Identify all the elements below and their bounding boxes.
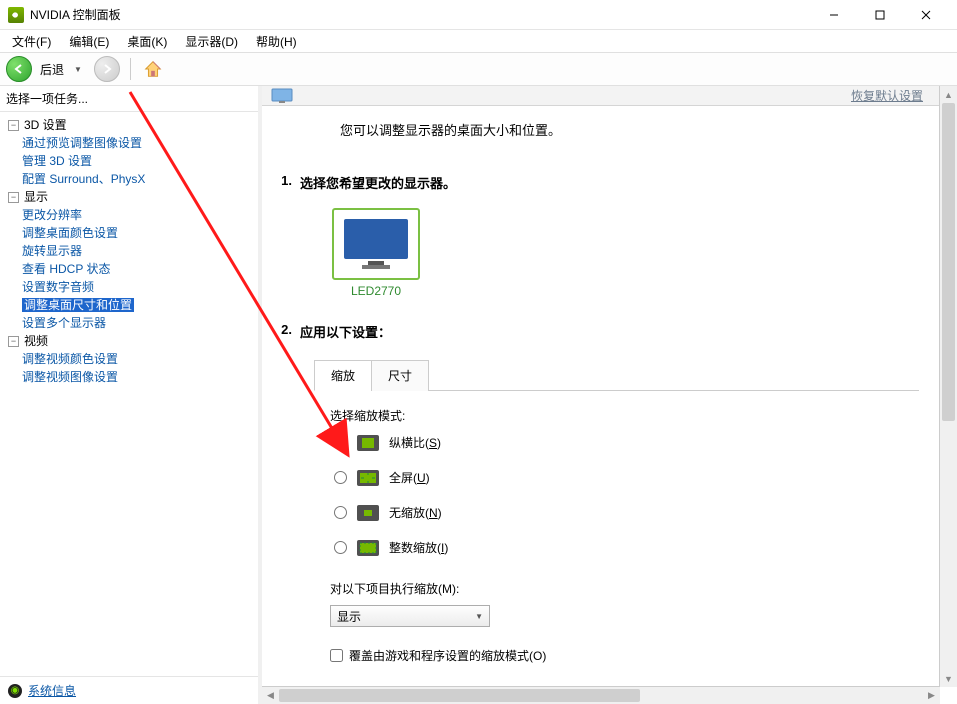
vertical-scrollbar[interactable]: ▲ ▼: [940, 86, 957, 687]
scroll-left-icon[interactable]: ◀: [262, 687, 279, 704]
minimize-button[interactable]: [811, 0, 857, 30]
forward-button[interactable]: [94, 56, 120, 82]
tree-preview-adjust[interactable]: 通过预览调整图像设置: [22, 136, 142, 150]
perform-scaling-label: 对以下项目执行缩放(M):: [330, 580, 939, 597]
sidebar: 选择一项任务... −3D 设置 通过预览调整图像设置 管理 3D 设置 配置 …: [0, 86, 262, 704]
intro-text: 您可以调整显示器的桌面大小和位置。: [262, 106, 939, 149]
horizontal-scroll-thumb[interactable]: [279, 689, 640, 702]
close-button[interactable]: [903, 0, 949, 30]
back-label: 后退: [40, 61, 64, 78]
toolbar-separator: [130, 58, 131, 80]
menu-file[interactable]: 文件(F): [4, 31, 59, 52]
home-button[interactable]: [141, 57, 165, 81]
tree-hdcp-status[interactable]: 查看 HDCP 状态: [22, 262, 110, 276]
tree-video[interactable]: 视频: [24, 332, 48, 350]
section-1-number: 1.: [274, 173, 292, 192]
chevron-down-icon: ▼: [475, 612, 483, 621]
tree-toggle-display[interactable]: −: [8, 192, 19, 203]
tree-video-image[interactable]: 调整视频图像设置: [22, 370, 118, 384]
section-2-title: 应用以下设置：: [300, 322, 391, 341]
system-info-icon: ◉: [8, 684, 22, 698]
tree-rotate-display[interactable]: 旋转显示器: [22, 244, 82, 258]
tree-desktop-size-position[interactable]: 调整桌面尺寸和位置: [22, 298, 134, 312]
tree-change-resolution[interactable]: 更改分辨率: [22, 208, 82, 222]
section-apply-settings: 2. 应用以下设置： 缩放 尺寸 选择缩放模式: 纵横: [274, 322, 939, 687]
menubar: 文件(F) 编辑(E) 桌面(K) 显示器(D) 帮助(H): [0, 30, 957, 52]
monitor-item[interactable]: LED2770: [330, 208, 422, 298]
content-area: 恢复默认设置 您可以调整显示器的桌面大小和位置。 1. 选择您希望更改的显示器。…: [262, 86, 957, 704]
perform-scaling-select[interactable]: 显示 ▼: [330, 605, 490, 627]
tree-display[interactable]: 显示: [24, 188, 48, 206]
radio-no-scaling-input[interactable]: [334, 506, 347, 519]
radio-fullscreen-input[interactable]: [334, 471, 347, 484]
monitor-name: LED2770: [330, 284, 422, 298]
tree-multiple-displays[interactable]: 设置多个显示器: [22, 316, 106, 330]
fullscreen-icon: [357, 470, 379, 486]
scaling-mode-label: 选择缩放模式:: [330, 407, 939, 424]
radio-integer-label: 整数缩放(I): [389, 539, 448, 556]
override-checkbox[interactable]: [330, 649, 343, 662]
radio-fullscreen[interactable]: 全屏(U): [334, 469, 939, 486]
section-2-number: 2.: [274, 322, 292, 341]
override-label: 覆盖由游戏和程序设置的缩放模式(O): [349, 647, 546, 664]
tab-size[interactable]: 尺寸: [371, 360, 429, 391]
override-checkbox-row[interactable]: 覆盖由游戏和程序设置的缩放模式(O): [330, 647, 939, 664]
tree-toggle-3d[interactable]: −: [8, 120, 19, 131]
tree-manage-3d[interactable]: 管理 3D 设置: [22, 154, 92, 168]
section-1-title: 选择您希望更改的显示器。: [300, 173, 456, 192]
integer-scaling-icon: [357, 540, 379, 556]
select-value: 显示: [337, 608, 361, 625]
radio-no-scaling-label: 无缩放(N): [389, 504, 442, 521]
radio-no-scaling[interactable]: 无缩放(N): [334, 504, 939, 521]
radio-integer-scaling[interactable]: 整数缩放(I): [334, 539, 939, 556]
section-select-display: 1. 选择您希望更改的显示器。 LED2770: [274, 173, 939, 298]
menu-display[interactable]: 显示器(D): [177, 31, 246, 52]
tree-toggle-video[interactable]: −: [8, 336, 19, 347]
back-button[interactable]: [6, 56, 32, 82]
titlebar: NVIDIA 控制面板: [0, 0, 957, 30]
settings-tabs: 缩放 尺寸: [314, 359, 919, 391]
radio-aspect-ratio[interactable]: 纵横比(S): [334, 434, 939, 451]
menu-desktop[interactable]: 桌面(K): [119, 31, 175, 52]
back-dropdown-icon[interactable]: ▼: [74, 65, 82, 74]
horizontal-scrollbar[interactable]: ◀ ▶: [262, 687, 940, 704]
maximize-button[interactable]: [857, 0, 903, 30]
menu-help[interactable]: 帮助(H): [248, 31, 305, 52]
nvidia-app-icon: [8, 7, 24, 23]
no-scaling-icon: [357, 505, 379, 521]
monitor-small-icon: [270, 87, 304, 105]
tree-video-color[interactable]: 调整视频颜色设置: [22, 352, 118, 366]
radio-integer-input[interactable]: [334, 541, 347, 554]
radio-aspect-label: 纵横比(S): [389, 434, 441, 451]
radio-aspect-input[interactable]: [334, 436, 347, 449]
window-title: NVIDIA 控制面板: [30, 6, 811, 23]
tree-digital-audio[interactable]: 设置数字音频: [22, 280, 94, 294]
system-info-link[interactable]: 系统信息: [28, 682, 76, 699]
toolbar: 后退 ▼: [0, 52, 957, 86]
task-tree: −3D 设置 通过预览调整图像设置 管理 3D 设置 配置 Surround、P…: [0, 112, 258, 676]
monitor-thumb-icon: [332, 208, 420, 280]
tree-desktop-color[interactable]: 调整桌面颜色设置: [22, 226, 118, 240]
aspect-ratio-icon: [357, 435, 379, 451]
sidebar-footer: ◉ 系统信息: [0, 676, 258, 704]
content-top-strip: 恢复默认设置: [262, 86, 939, 106]
restore-defaults-link[interactable]: 恢复默认设置: [843, 87, 931, 104]
radio-fullscreen-label: 全屏(U): [389, 469, 430, 486]
menu-edit[interactable]: 编辑(E): [61, 31, 117, 52]
tab-scale[interactable]: 缩放: [314, 360, 372, 391]
tree-surround-physx[interactable]: 配置 Surround、PhysX: [22, 172, 145, 186]
scroll-right-icon[interactable]: ▶: [923, 687, 940, 704]
sidebar-header: 选择一项任务...: [0, 86, 258, 112]
scroll-down-icon[interactable]: ▼: [940, 670, 957, 687]
scroll-up-icon[interactable]: ▲: [940, 86, 957, 103]
vertical-scroll-thumb[interactable]: [942, 103, 955, 421]
tree-3d-settings[interactable]: 3D 设置: [24, 116, 67, 134]
